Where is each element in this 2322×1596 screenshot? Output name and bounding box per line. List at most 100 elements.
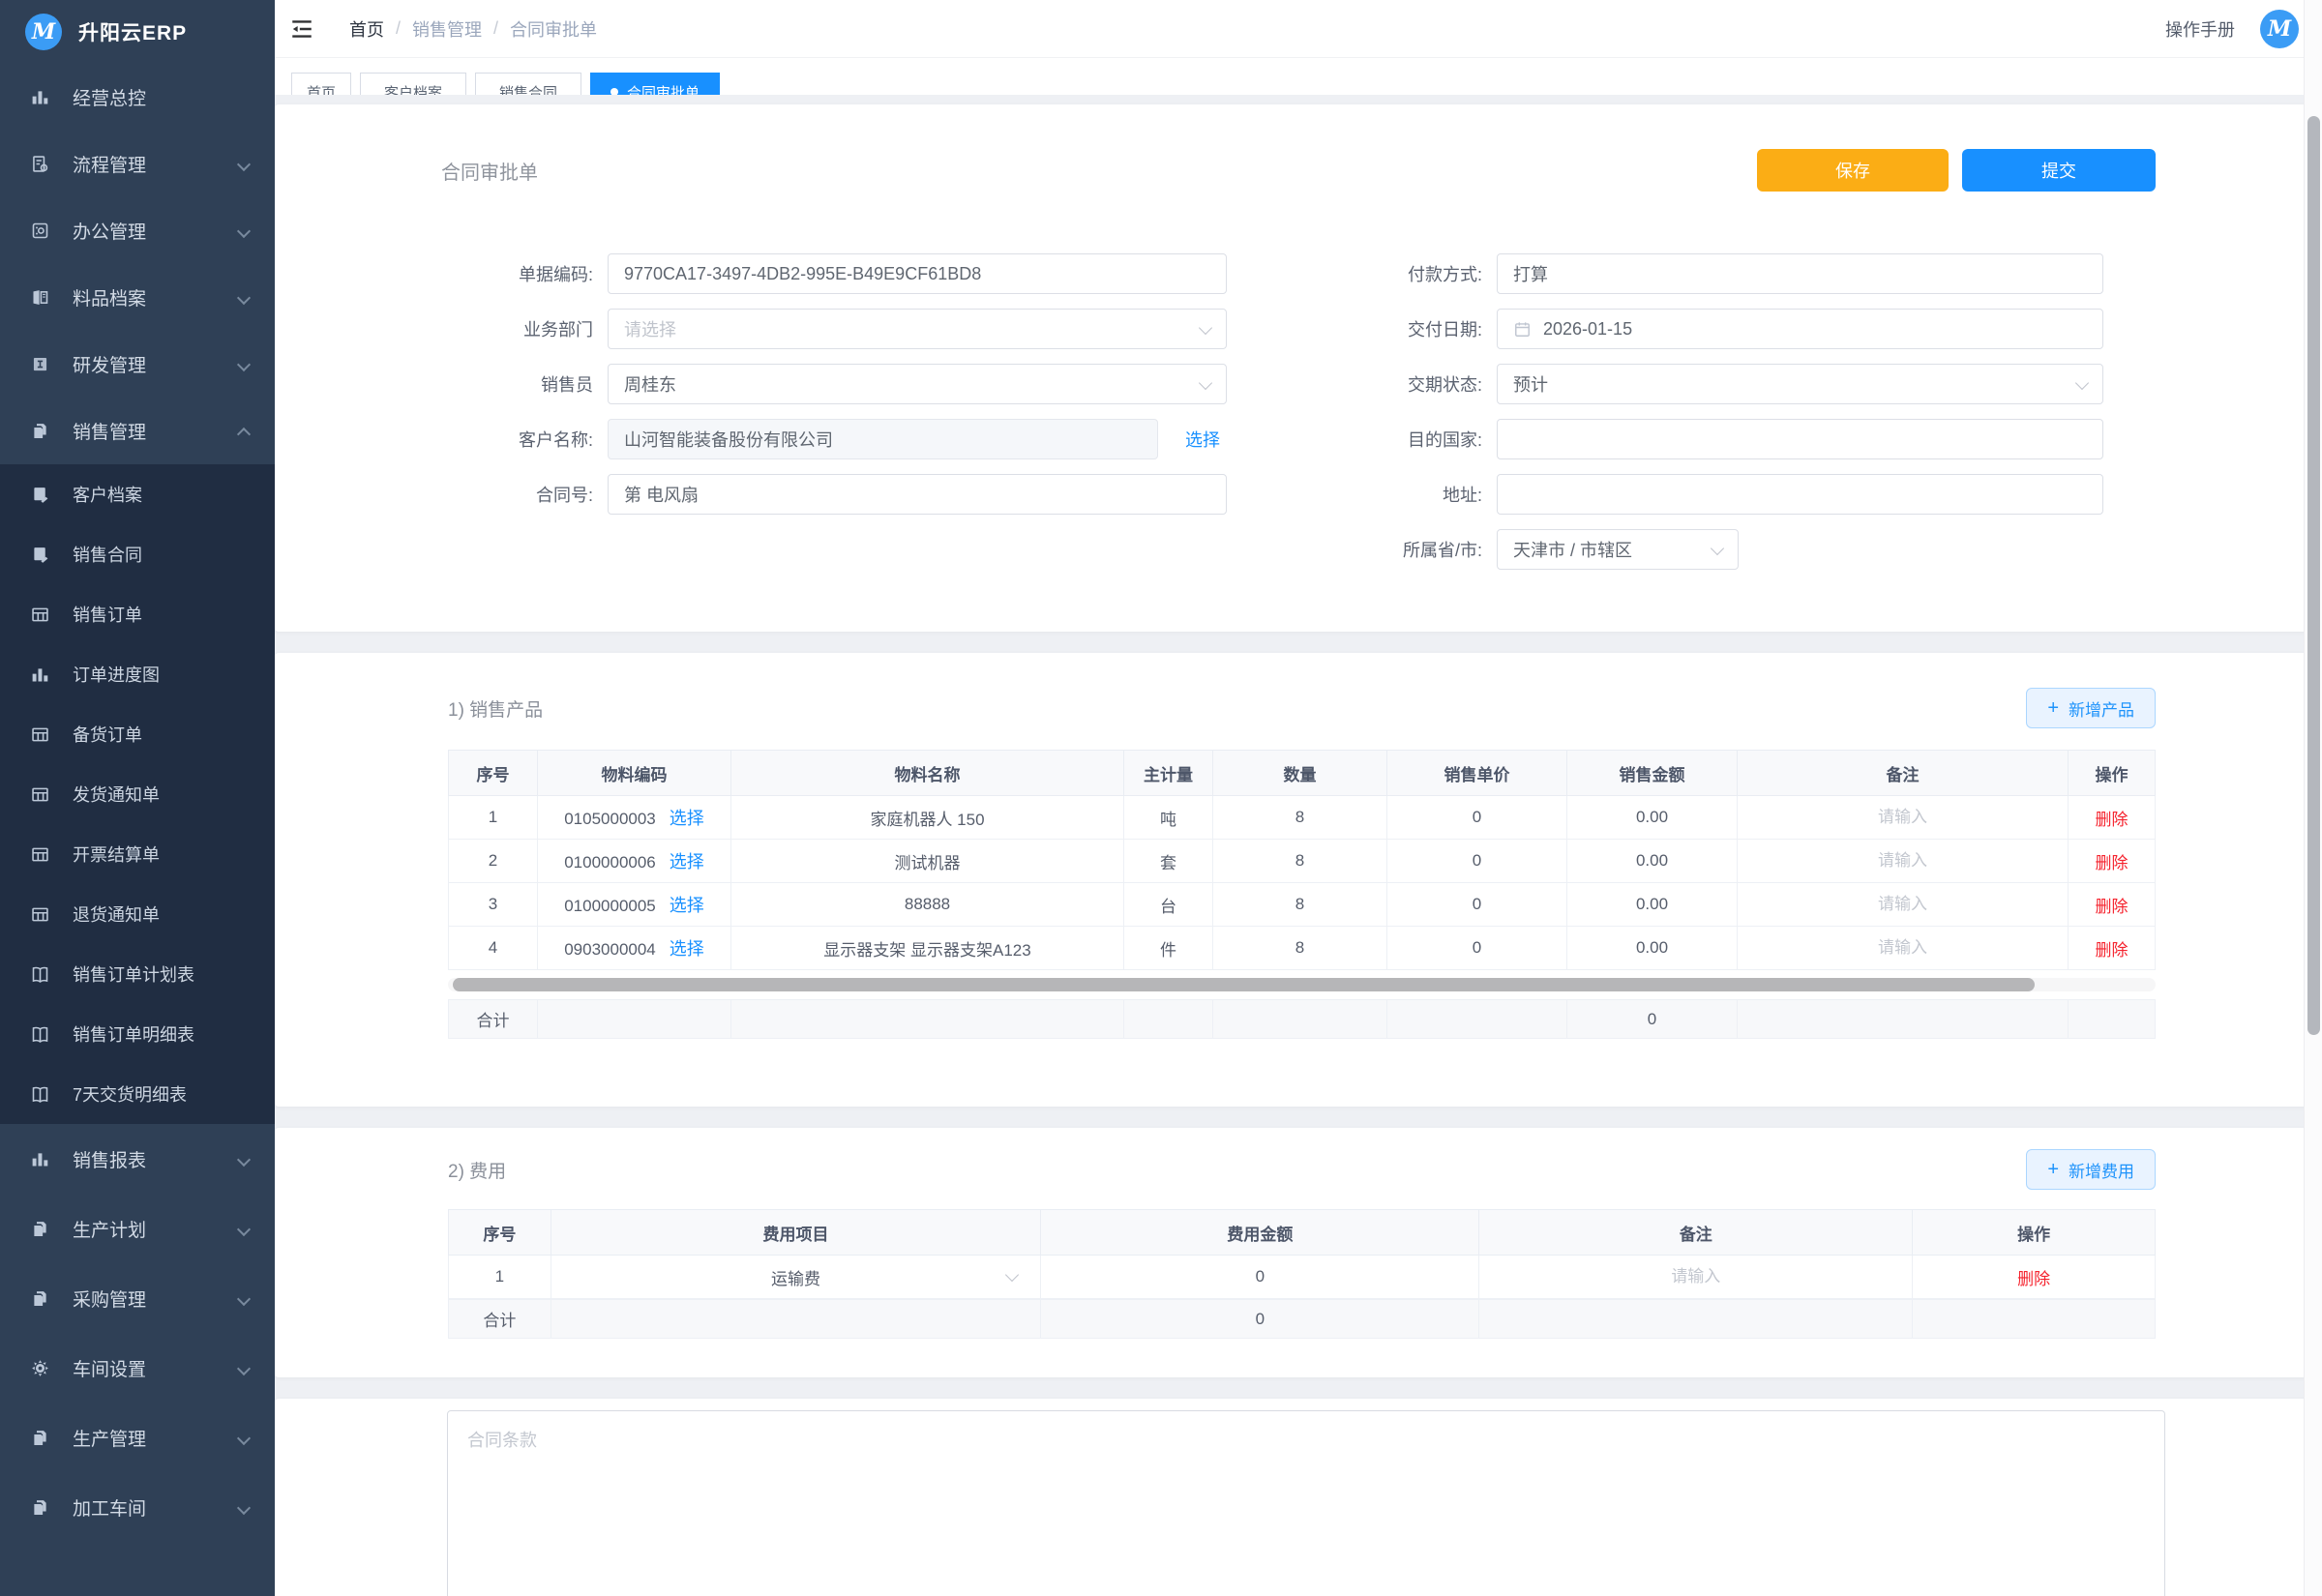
avatar[interactable]: M (2260, 10, 2299, 48)
doc-code-input[interactable] (608, 253, 1227, 294)
gear-icon (30, 1358, 50, 1378)
fees-total-table: 合计 0 (448, 1299, 2156, 1339)
sidebar-item-material-archive[interactable]: 料品档案 (0, 264, 275, 331)
sidebar-item-procurement-mgmt[interactable]: 采购管理 (0, 1263, 275, 1333)
sidebar-item-invoice-settlement[interactable]: 开票结算单 (0, 824, 275, 884)
submit-button[interactable]: 提交 (1962, 149, 2156, 192)
sidebar-item-sales-mgmt[interactable]: 销售管理 (0, 398, 275, 464)
qty-cell[interactable]: 8 (1213, 840, 1387, 883)
material-name-cell: 显示器支架 显示器支架A123 (731, 927, 1124, 970)
horizontal-scrollbar-thumb[interactable] (453, 978, 2035, 991)
chevron-down-icon (1005, 1268, 1019, 1282)
sidebar-item-sales-order[interactable]: 销售订单 (0, 584, 275, 644)
material-code-cell: 0903000004选择 (538, 927, 731, 970)
top-header: 首页 / 销售管理 / 合同审批单 操作手册 M (275, 0, 2322, 58)
sidebar-item-order-detail-report[interactable]: 销售订单明细表 (0, 1004, 275, 1064)
tab-sales-contract[interactable]: 销售合同 (475, 73, 581, 95)
sidebar: M 升阳云ERP 经营总控 流程管理 办公管理 料品档案 研发管理 销售管理 客… (0, 0, 275, 1596)
material-select-link[interactable]: 选择 (670, 896, 704, 915)
qty-cell[interactable]: 8 (1213, 796, 1387, 840)
sidebar-item-7day-delivery-report[interactable]: 7天交货明细表 (0, 1064, 275, 1124)
business-dept-label: 业务部门 (448, 316, 593, 341)
sidebar-item-rd-mgmt[interactable]: 研发管理 (0, 331, 275, 398)
contract-no-input[interactable] (608, 474, 1227, 515)
breadcrumb-current: 合同审批单 (510, 16, 597, 42)
payment-method-label: 付款方式: (1337, 261, 1482, 286)
pages-icon (30, 421, 50, 441)
price-cell[interactable]: 0 (1387, 927, 1567, 970)
table-row: 1 运输费 0 删除 (449, 1256, 2156, 1299)
remark-input[interactable] (1754, 938, 2051, 958)
sidebar-item-shipping-notice[interactable]: 发货通知单 (0, 764, 275, 824)
bar-chart-icon (30, 1149, 50, 1169)
add-product-button[interactable]: +新增产品 (2026, 688, 2156, 728)
delete-row-link[interactable]: 删除 (2096, 941, 2128, 960)
remark-input[interactable] (1754, 851, 2051, 871)
delete-row-link[interactable]: 删除 (2096, 811, 2128, 829)
sidebar-item-process-mgmt[interactable]: 流程管理 (0, 131, 275, 197)
customer-select-link[interactable]: 选择 (1185, 427, 1220, 452)
remark-input[interactable] (1754, 808, 2051, 827)
row-index: 2 (449, 840, 538, 883)
sidebar-item-production-mgmt[interactable]: 生产管理 (0, 1403, 275, 1472)
sidebar-item-stock-order[interactable]: 备货订单 (0, 704, 275, 764)
sidebar-item-order-plan-report[interactable]: 销售订单计划表 (0, 944, 275, 1004)
sidebar-item-processing-workshop[interactable]: 加工车间 (0, 1472, 275, 1542)
chevron-down-icon (237, 1292, 250, 1305)
tab-contract-approval[interactable]: 合同审批单 (590, 73, 720, 95)
qty-cell[interactable]: 8 (1213, 883, 1387, 927)
chevron-down-icon (237, 158, 250, 170)
sidebar-collapse-icon[interactable] (289, 16, 314, 42)
fee-item-select[interactable]: 运输费 (551, 1256, 1040, 1299)
contract-terms-panel (275, 1399, 2322, 1596)
delete-row-link[interactable]: 删除 (2096, 854, 2128, 872)
price-cell[interactable]: 0 (1387, 796, 1567, 840)
products-total-row: 合计 0 (449, 1000, 2156, 1039)
add-fee-button[interactable]: +新增费用 (2026, 1149, 2156, 1190)
price-cell[interactable]: 0 (1387, 840, 1567, 883)
tab-home[interactable]: 首页 (291, 73, 351, 95)
sidebar-item-customer-archive[interactable]: 客户档案 (0, 464, 275, 524)
sidebar-item-sales-contract[interactable]: 销售合同 (0, 524, 275, 584)
delivery-date-label: 交付日期: (1337, 316, 1482, 341)
price-cell[interactable]: 0 (1387, 883, 1567, 927)
material-select-link[interactable]: 选择 (670, 939, 704, 959)
sidebar-item-workshop-settings[interactable]: 车间设置 (0, 1333, 275, 1403)
material-select-link[interactable]: 选择 (670, 852, 704, 872)
salesperson-select[interactable]: 周桂东 (608, 364, 1227, 404)
remark-cell (1738, 927, 2069, 970)
delivery-date-picker[interactable]: 2026-01-15 (1497, 309, 2103, 349)
delete-row-link[interactable]: 删除 (2096, 898, 2128, 916)
province-city-select[interactable]: 天津市 / 市辖区 (1497, 529, 1739, 570)
fee-amount-cell[interactable]: 0 (1041, 1256, 1479, 1299)
delivery-status-select[interactable]: 预计 (1497, 364, 2103, 404)
vertical-scrollbar-thumb[interactable] (2307, 116, 2320, 1035)
books-icon (30, 287, 50, 308)
sales-products-panel: 1) 销售产品 +新增产品 序号 物料编码 物料名称 主计量 数量 销售单价 销… (275, 653, 2322, 1107)
remark-input[interactable] (1502, 1267, 1890, 1286)
contract-terms-textarea[interactable] (447, 1410, 2165, 1596)
remark-cell (1738, 883, 2069, 927)
total-label-cell: 合计 (449, 1300, 551, 1339)
remark-input[interactable] (1754, 895, 2051, 914)
sidebar-item-business-overview[interactable]: 经营总控 (0, 64, 275, 131)
destination-country-input[interactable] (1497, 419, 2103, 459)
document-edit-icon (30, 485, 50, 505)
sidebar-item-office-mgmt[interactable]: 办公管理 (0, 197, 275, 264)
sidebar-item-production-plan[interactable]: 生产计划 (0, 1194, 275, 1263)
delete-row-link[interactable]: 删除 (2017, 1270, 2050, 1288)
material-select-link[interactable]: 选择 (670, 809, 704, 828)
manual-link[interactable]: 操作手册 (2165, 16, 2235, 42)
customer-name-field: 山河智能装备股份有限公司 (608, 419, 1158, 459)
payment-method-input[interactable] (1497, 253, 2103, 294)
save-button[interactable]: 保存 (1757, 149, 1949, 192)
tab-customer-archive[interactable]: 客户档案 (360, 73, 466, 95)
qty-cell[interactable]: 8 (1213, 927, 1387, 970)
business-dept-select[interactable]: 请选择 (608, 309, 1227, 349)
breadcrumb-home[interactable]: 首页 (349, 16, 384, 42)
sidebar-item-order-progress[interactable]: 订单进度图 (0, 644, 275, 704)
sidebar-item-return-notice[interactable]: 退货通知单 (0, 884, 275, 944)
address-input[interactable] (1497, 474, 2103, 515)
sidebar-item-sales-report[interactable]: 销售报表 (0, 1124, 275, 1194)
unit-cell: 台 (1124, 883, 1213, 927)
